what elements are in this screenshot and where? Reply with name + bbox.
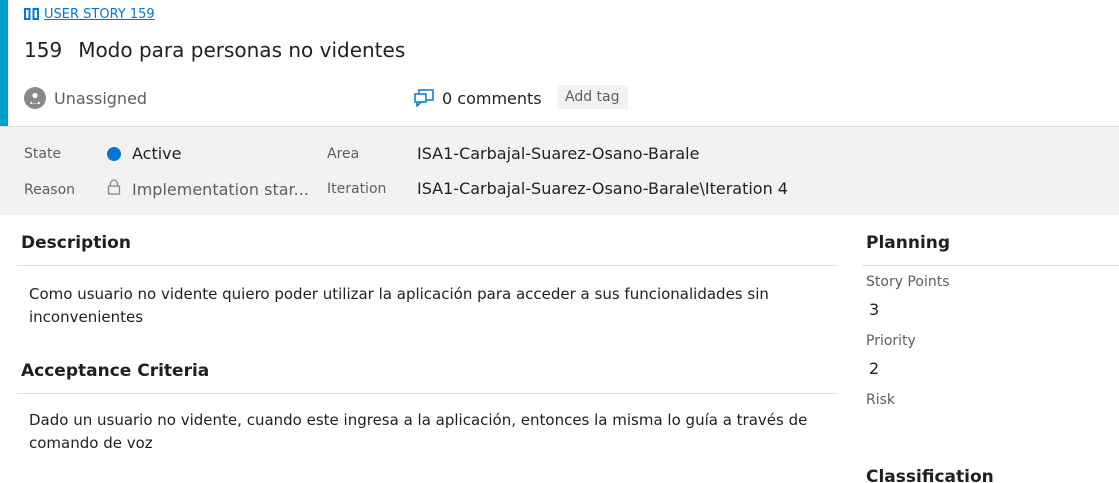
- description-divider: [17, 265, 837, 266]
- state-value[interactable]: Active: [132, 144, 182, 163]
- risk-label: Risk: [866, 392, 896, 408]
- work-item-form: USER STORY 159 159 Modo para personas no…: [0, 0, 1119, 483]
- state-indicator: [107, 147, 121, 161]
- planning-divider: [862, 265, 1119, 266]
- state-label: State: [24, 146, 62, 162]
- story-points-label: Story Points: [866, 274, 950, 290]
- assignee-label[interactable]: Unassigned: [54, 89, 147, 108]
- area-label: Area: [327, 146, 360, 162]
- work-item-type-label[interactable]: USER STORY 159: [44, 7, 155, 22]
- work-item-title[interactable]: Modo para personas no videntes: [78, 38, 405, 62]
- iteration-label: Iteration: [327, 181, 387, 197]
- risk-field[interactable]: [869, 418, 1069, 438]
- acceptance-criteria-divider: [17, 393, 837, 394]
- description-heading[interactable]: Description: [21, 233, 131, 253]
- acceptance-criteria-text[interactable]: Dado un usuario no vidente, cuando este …: [29, 409, 829, 455]
- assignee-picker[interactable]: Unassigned: [24, 84, 147, 112]
- reason-label: Reason: [24, 182, 76, 198]
- lock-icon: [107, 179, 121, 195]
- classification-heading[interactable]: Classification: [866, 467, 994, 483]
- add-tag-button[interactable]: Add tag: [557, 85, 628, 109]
- story-points-field[interactable]: 3: [869, 300, 879, 319]
- comments-label[interactable]: 0 comments: [442, 89, 542, 108]
- book-icon: [24, 8, 39, 20]
- work-item-header: USER STORY 159 159 Modo para personas no…: [0, 0, 1119, 126]
- details-panel: State Active Reason Implementation star.…: [0, 126, 1119, 215]
- comments-icon: [414, 89, 434, 107]
- work-item-type-link[interactable]: USER STORY 159: [24, 5, 155, 23]
- description-text[interactable]: Como usuario no vidente quiero poder uti…: [29, 283, 819, 329]
- iteration-value[interactable]: ISA1-Carbajal-Suarez-Osano-Barale\Iterat…: [417, 179, 788, 198]
- planning-heading[interactable]: Planning: [866, 233, 950, 253]
- title-row: 159 Modo para personas no videntes: [24, 38, 405, 62]
- priority-label: Priority: [866, 333, 916, 349]
- type-color-bar: [0, 0, 8, 126]
- comments-link[interactable]: 0 comments: [414, 84, 542, 112]
- priority-field[interactable]: 2: [869, 359, 879, 378]
- area-value[interactable]: ISA1-Carbajal-Suarez-Osano-Barale: [417, 144, 699, 163]
- meta-row: Unassigned 0 comments Add tag: [24, 84, 1104, 112]
- work-item-id: 159: [24, 38, 63, 62]
- reason-value[interactable]: Implementation star...: [132, 180, 309, 199]
- acceptance-criteria-heading[interactable]: Acceptance Criteria: [21, 361, 209, 381]
- avatar-icon: [24, 87, 46, 109]
